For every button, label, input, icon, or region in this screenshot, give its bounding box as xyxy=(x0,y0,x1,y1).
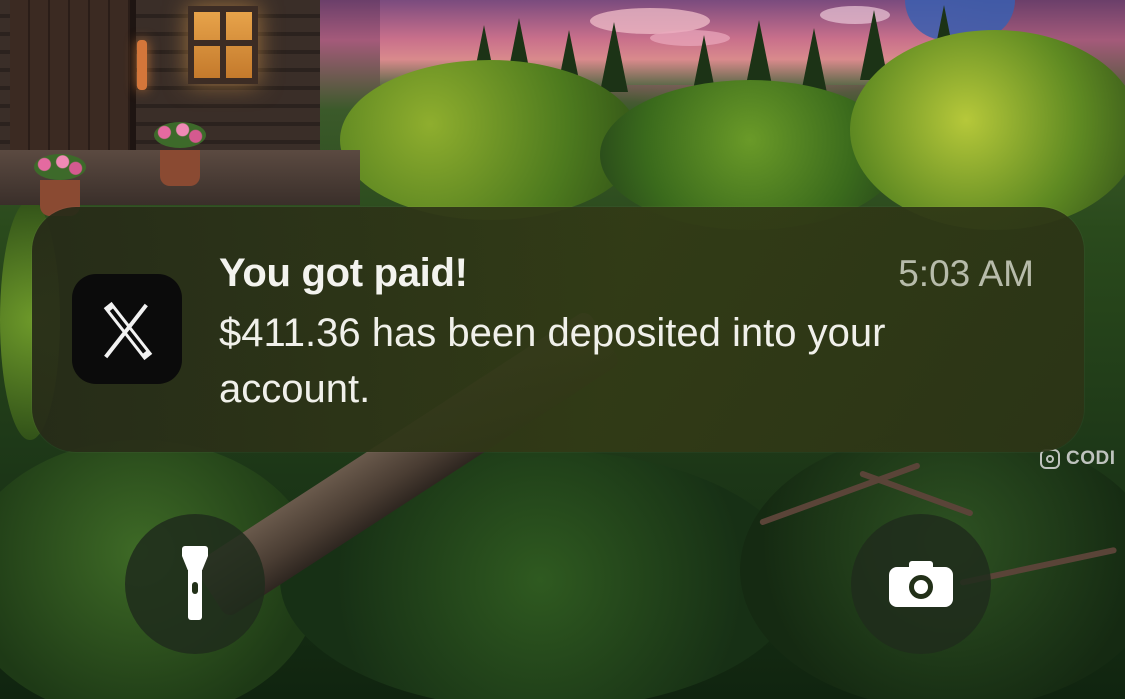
flashlight-icon xyxy=(182,546,208,622)
camera-icon xyxy=(889,561,953,607)
wallpaper-bush xyxy=(850,30,1125,230)
watermark-text: CODI xyxy=(1066,448,1116,469)
flashlight-button[interactable] xyxy=(125,514,265,654)
notification-banner[interactable]: You got paid! 5:03 AM $411.36 has been d… xyxy=(32,207,1084,452)
wallpaper-flowers xyxy=(154,122,206,148)
notification-title: You got paid! xyxy=(219,251,468,295)
wallpaper-cabin-window xyxy=(188,6,258,84)
x-glyph xyxy=(99,301,155,361)
x-logo-icon xyxy=(72,274,182,384)
wallpaper-pine xyxy=(600,22,628,92)
camera-button[interactable] xyxy=(851,514,991,654)
wallpaper-flower-pot xyxy=(160,150,200,186)
wallpaper-lamp xyxy=(137,40,147,90)
lock-screen: CODI You got paid! 5:03 AM $411.36 has b… xyxy=(0,0,1125,699)
instagram-icon xyxy=(1040,449,1060,469)
watermark: CODI xyxy=(1040,448,1116,470)
wallpaper-bush xyxy=(340,60,640,220)
wallpaper-flowers xyxy=(34,154,86,180)
notification-time: 5:03 AM xyxy=(898,253,1034,294)
notification-body: $411.36 has been deposited into your acc… xyxy=(219,311,886,411)
